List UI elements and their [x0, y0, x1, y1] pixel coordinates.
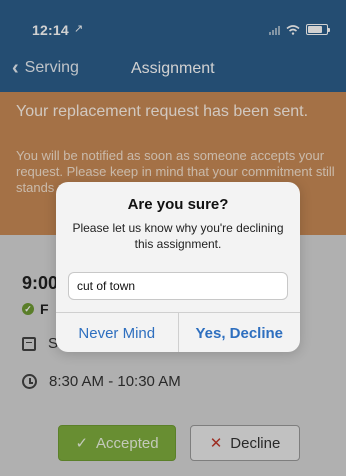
- dialog-actions: Never Mind Yes, Decline: [56, 312, 300, 352]
- never-mind-button[interactable]: Never Mind: [56, 313, 178, 352]
- decline-reason-input[interactable]: [68, 272, 288, 300]
- decline-confirm-dialog: Are you sure? Please let us know why you…: [56, 182, 300, 352]
- app-screen: 12:14 ↗ ‹ Serving Assignment Your replac…: [0, 0, 346, 476]
- dialog-message: Please let us know why you're declining …: [72, 221, 284, 251]
- dialog-title: Are you sure?: [127, 196, 229, 213]
- yes-decline-button[interactable]: Yes, Decline: [177, 313, 301, 352]
